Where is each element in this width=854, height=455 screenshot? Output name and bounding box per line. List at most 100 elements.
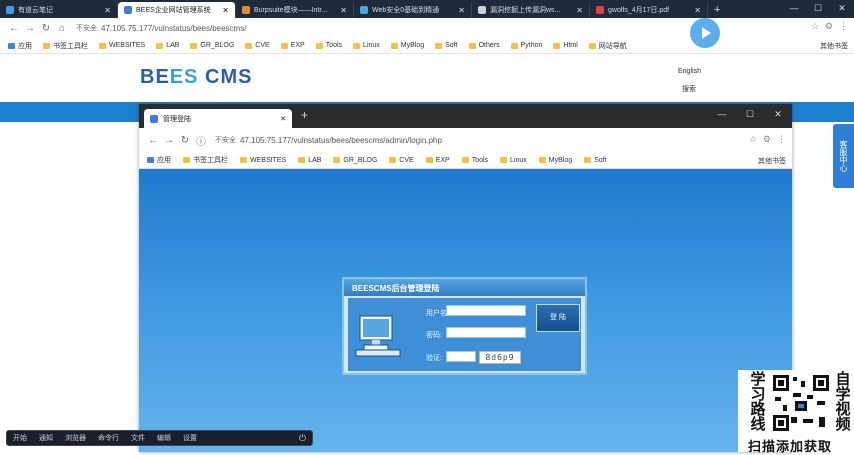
bookmark-item[interactable]: Python [510,42,542,49]
url-text[interactable]: 47.105.75.177/vulnstatus/bees/beescms/ [101,24,246,33]
forward-icon[interactable]: → [22,23,38,34]
bookmark-item[interactable]: Tools [315,42,342,49]
taskbar-item[interactable]: 浏览器 [65,433,86,443]
browser-tab[interactable]: Web安全0基础到精通 ✕ [354,2,472,18]
bookmark-item[interactable]: Others [468,42,500,49]
bookmark-item[interactable]: 书签工具栏 [183,155,228,165]
reload-icon[interactable]: ↻ [177,135,193,146]
bookmark-item[interactable]: 应用 [147,155,171,165]
bookmark-item[interactable]: MyBlog [390,42,424,49]
taskbar-item[interactable]: 开始 [13,433,27,443]
insecure-label[interactable]: 不安全 [215,135,236,145]
bookmark-item[interactable]: 应用 [8,41,32,51]
power-icon[interactable]: ⏻ [299,433,306,444]
taskbar-item[interactable]: 设置 [183,433,197,443]
bookmark-item[interactable]: LAB [156,42,179,49]
extensions-icon[interactable]: ⚙ [763,134,771,145]
bookmark-item[interactable]: 网站导航 [588,41,627,51]
forward-icon[interactable]: → [161,135,177,146]
minimize-icon[interactable]: — [708,106,736,122]
qr-code-icon[interactable] [771,373,831,433]
reload-icon[interactable]: ↻ [38,23,54,34]
bookmark-label: GR_BLOG [200,42,235,49]
bookmark-item[interactable]: LAB [298,157,321,164]
browser-tab[interactable]: 有道云笔记 ✕ [0,2,118,18]
new-tab-icon[interactable]: + [301,108,308,122]
bookmark-item[interactable]: 书签工具栏 [43,41,88,51]
close-icon[interactable]: ✕ [694,6,701,15]
captcha-image[interactable]: 8d6p9 [479,351,521,364]
taskbar-item[interactable]: 命令行 [98,433,119,443]
captcha-input[interactable] [446,351,476,362]
maximize-icon[interactable]: ☐ [806,0,830,16]
apps-icon [147,157,154,163]
folder-icon [435,42,443,49]
menu-icon[interactable]: ⋮ [777,134,786,145]
folder-icon [584,157,592,163]
search-link[interactable]: 搜索 [682,84,696,94]
maximize-icon[interactable]: ☐ [736,106,764,122]
bookmark-item[interactable]: CVE [245,42,270,49]
language-link[interactable]: English [678,68,701,75]
bookmark-item[interactable]: GR_BLOG [333,157,377,164]
close-icon[interactable]: ✕ [576,6,583,15]
customer-service-tab[interactable]: 客服中心 [833,124,854,188]
bookmark-item[interactable]: EXP [280,42,305,49]
taskbar-item[interactable]: 通知 [39,433,53,443]
bookmark-item[interactable]: WEBSITES [240,157,286,164]
close-icon[interactable]: ✕ [104,6,111,15]
bookmark-item[interactable]: Tools [461,157,488,164]
browser-tab[interactable]: gwolfs_4月17日.pdf ✕ [590,2,708,18]
qr-promo: 学习路线 自学视频 扫描添加获取 [738,370,854,454]
bookmark-item[interactable]: GR_BLOG [190,42,234,49]
other-bookmarks[interactable]: 其他书签 [758,156,786,166]
new-tab-icon[interactable]: + [708,2,726,18]
folder-icon [183,157,190,163]
close-icon[interactable]: ✕ [458,6,465,15]
browser-tab[interactable]: Burpsuite模块——Intr... ✕ [236,2,354,18]
minimize-icon[interactable]: — [782,0,806,16]
window-controls: — ☐ ✕ [782,0,854,16]
close-icon[interactable]: ✕ [340,6,347,15]
username-input[interactable] [446,305,526,316]
inner-tab[interactable]: 管理登陆 ✕ [144,109,292,128]
menu-icon[interactable]: ⋮ [839,21,848,32]
close-icon[interactable]: ✕ [280,115,286,123]
folder-icon [280,42,288,49]
back-icon[interactable]: ← [6,23,22,34]
bookmark-item[interactable]: Soft [435,42,458,49]
insecure-label[interactable]: 不安全 [76,23,97,33]
computer-icon [355,315,401,357]
bookmark-item[interactable]: Html [553,42,578,49]
bookmark-item[interactable]: EXP [425,157,450,164]
star-icon[interactable]: ☆ [749,134,757,145]
folder-icon [461,157,469,163]
bookmark-item[interactable]: MyBlog [538,157,572,164]
bookmark-label: 书签工具栏 [193,157,228,164]
home-icon[interactable]: ⌂ [54,23,70,34]
play-icon[interactable] [690,18,720,48]
close-icon[interactable]: ✕ [222,6,229,15]
close-icon[interactable]: ✕ [830,0,854,16]
inner-address-bar: ← → ↻ ⓘ 不安全 47.105.75.177/vulnstatus/bee… [139,128,792,152]
close-icon[interactable]: ✕ [764,106,792,122]
star-icon[interactable]: ☆ [811,21,819,32]
folder-icon [553,42,561,49]
info-icon[interactable]: ⓘ [193,133,209,148]
taskbar-item[interactable]: 文件 [131,433,145,443]
back-icon[interactable]: ← [145,135,161,146]
bookmark-item[interactable]: Soft [584,157,607,164]
browser-tab[interactable]: 漏洞挖掘上传漏洞ws... ✕ [472,2,590,18]
login-button[interactable]: 登 陆 [536,304,580,332]
bookmark-item[interactable]: Linux [500,157,527,164]
bookmark-item[interactable]: WEBSITES [99,42,145,49]
bees-logo[interactable]: BEES CMS [140,66,252,89]
password-input[interactable] [446,327,526,338]
bookmark-item[interactable]: Linux [353,42,380,49]
extensions-icon[interactable]: ⚙ [825,21,833,32]
bookmark-item[interactable]: CVE [389,157,414,164]
url-text[interactable]: 47.105.75.177/vulnstatus/bees/beescms/ad… [240,136,442,145]
taskbar-item[interactable]: 编辑 [157,433,171,443]
other-bookmarks[interactable]: 其他书签 [820,41,848,51]
browser-tab[interactable]: BEES企业网站管理系统 ✕ [118,2,236,18]
